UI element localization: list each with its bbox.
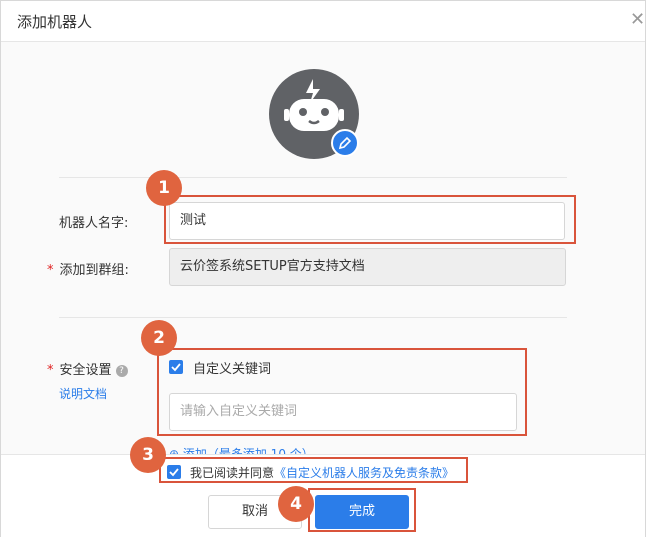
dialog-title: 添加机器人 <box>17 13 93 31</box>
required-mark: * <box>47 263 54 278</box>
help-icon[interactable]: ? <box>115 365 128 377</box>
annotation-box-security <box>157 348 527 436</box>
annotation-box-name <box>164 195 576 244</box>
group-field: 云价签系统SETUP官方支持文档 <box>169 248 566 286</box>
annotation-box-done <box>308 488 416 532</box>
required-mark: * <box>47 363 54 378</box>
doc-link[interactable]: 说明文档 <box>59 385 107 402</box>
robot-name-label: 机器人名字: <box>59 216 129 231</box>
divider-top <box>59 177 567 178</box>
close-icon[interactable]: ✕ <box>630 9 645 30</box>
add-to-group-label: * 添加到群组: <box>47 259 129 278</box>
edit-avatar-button[interactable] <box>331 129 359 157</box>
annotation-box-agree <box>159 457 468 483</box>
step-marker-4: 4 <box>278 486 314 522</box>
step-marker-3: 3 <box>130 437 166 473</box>
security-settings-text: 安全设置 <box>59 363 112 378</box>
divider-middle <box>59 317 567 318</box>
add-to-group-text: 添加到群组: <box>59 263 129 278</box>
step-marker-1: 1 <box>146 170 182 206</box>
add-keyword-link[interactable]: ⊕ 添加（最多添加 10 个） <box>169 446 314 454</box>
security-settings-label: * 安全设置? <box>47 359 128 378</box>
pencil-icon <box>338 136 352 150</box>
dialog-header: 添加机器人 ✕ <box>1 1 645 42</box>
step-marker-2: 2 <box>141 320 177 356</box>
